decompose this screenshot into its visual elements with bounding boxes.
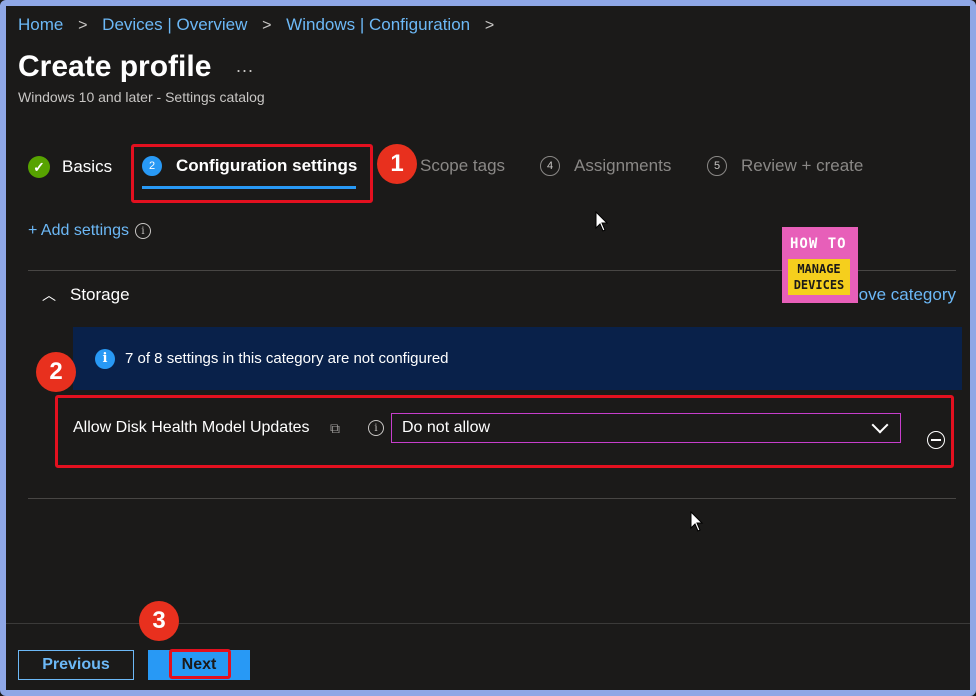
more-options-icon[interactable]: ... <box>236 56 254 77</box>
add-settings-label: + Add settings <box>28 222 129 239</box>
highlight-box-next <box>169 649 231 679</box>
step-assignments-label: Assignments <box>574 156 672 175</box>
step-number-icon: 5 <box>707 156 727 176</box>
how-to-manage-devices-logo: HOW TO MANAGE DEVICES <box>782 227 858 303</box>
breadcrumb: Home > Devices | Overview > Windows | Co… <box>18 15 504 35</box>
step-scope-tags-label: Scope tags <box>420 156 506 175</box>
step-number-icon: 4 <box>540 156 560 176</box>
breadcrumb-windows-configuration[interactable]: Windows | Configuration <box>286 15 470 34</box>
setting-value: Do not allow <box>402 419 491 436</box>
step-review-create-label: Review + create <box>741 156 864 175</box>
breadcrumb-chevron-icon: > <box>484 17 495 34</box>
step-assignments[interactable]: 4 Assignments <box>540 156 671 176</box>
mouse-cursor-icon <box>595 211 609 232</box>
chevron-down-icon <box>871 416 889 434</box>
annotation-badge-1: 1 <box>377 144 417 184</box>
category-name: Storage <box>70 285 130 304</box>
mouse-cursor-icon <box>690 511 704 532</box>
info-banner: i 7 of 8 settings in this category are n… <box>73 327 962 390</box>
info-banner-text: 7 of 8 settings in this category are not… <box>125 350 449 367</box>
info-icon: i <box>95 348 115 369</box>
breadcrumb-home[interactable]: Home <box>18 15 63 34</box>
page-title: Create profile <box>18 50 212 83</box>
add-settings-link[interactable]: + Add settings i <box>28 222 151 240</box>
setting-label: Allow Disk Health Model Updates <box>73 419 310 436</box>
sync-icon: ⧉ <box>330 420 340 436</box>
breadcrumb-devices-overview[interactable]: Devices | Overview <box>102 15 247 34</box>
step-basics-label: Basics <box>62 157 113 176</box>
highlight-box-configuration <box>131 144 373 203</box>
remove-setting-icon[interactable] <box>927 431 945 449</box>
page-subtitle: Windows 10 and later - Settings catalog <box>18 89 265 105</box>
step-basics[interactable]: ✓ Basics <box>28 156 112 178</box>
breadcrumb-chevron-icon: > <box>262 17 272 34</box>
annotation-badge-3: 3 <box>139 601 179 641</box>
setting-value-dropdown[interactable]: Do not allow <box>391 413 901 443</box>
step-review-create[interactable]: 5 Review + create <box>707 156 863 176</box>
divider <box>28 498 956 499</box>
chevron-up-icon: ︿ <box>42 287 56 303</box>
breadcrumb-chevron-icon: > <box>78 17 88 34</box>
annotation-badge-2: 2 <box>36 352 76 392</box>
previous-button[interactable]: Previous <box>18 650 134 680</box>
info-icon[interactable]: i <box>368 420 384 436</box>
category-header-storage[interactable]: ︿ Storage <box>42 285 130 305</box>
checkmark-icon: ✓ <box>28 156 50 178</box>
step-scope-tags[interactable]: Scope tags <box>420 156 505 176</box>
info-icon[interactable]: i <box>134 223 151 239</box>
